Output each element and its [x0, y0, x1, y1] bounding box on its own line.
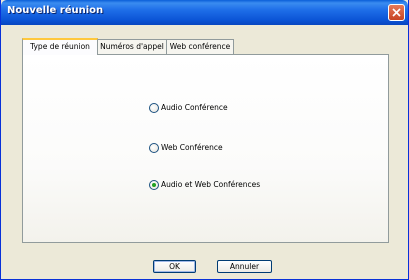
tab-label: Web conférence	[169, 42, 231, 51]
radio-button-selected[interactable]	[149, 180, 159, 190]
radio-button[interactable]	[149, 143, 159, 153]
dialog-window: Nouvelle réunion Type de réunion Numéros…	[0, 0, 409, 280]
option-label: Audio et Web Conférences	[161, 180, 261, 189]
window-title: Nouvelle réunion	[7, 5, 104, 16]
close-button[interactable]	[388, 4, 405, 21]
tab-label: Numéros d'appel	[100, 42, 164, 51]
cancel-button[interactable]: Annuler	[217, 260, 272, 273]
option-label: Web Conférence	[161, 143, 223, 152]
tab-numeros-d-appel[interactable]: Numéros d'appel	[97, 39, 167, 54]
title-bar[interactable]: Nouvelle réunion	[1, 0, 408, 25]
radio-dot	[152, 183, 156, 187]
radio-button[interactable]	[149, 103, 159, 113]
tab-panel: Audio Conférence Web Conférence Audio et…	[22, 54, 389, 243]
ok-button[interactable]: OK	[153, 260, 196, 273]
close-icon	[392, 8, 401, 17]
tab-type-de-reunion[interactable]: Type de réunion	[22, 38, 98, 55]
tab-label: Type de réunion	[30, 42, 90, 51]
tab-web-conference[interactable]: Web conférence	[166, 39, 234, 54]
option-label: Audio Conférence	[161, 103, 228, 112]
